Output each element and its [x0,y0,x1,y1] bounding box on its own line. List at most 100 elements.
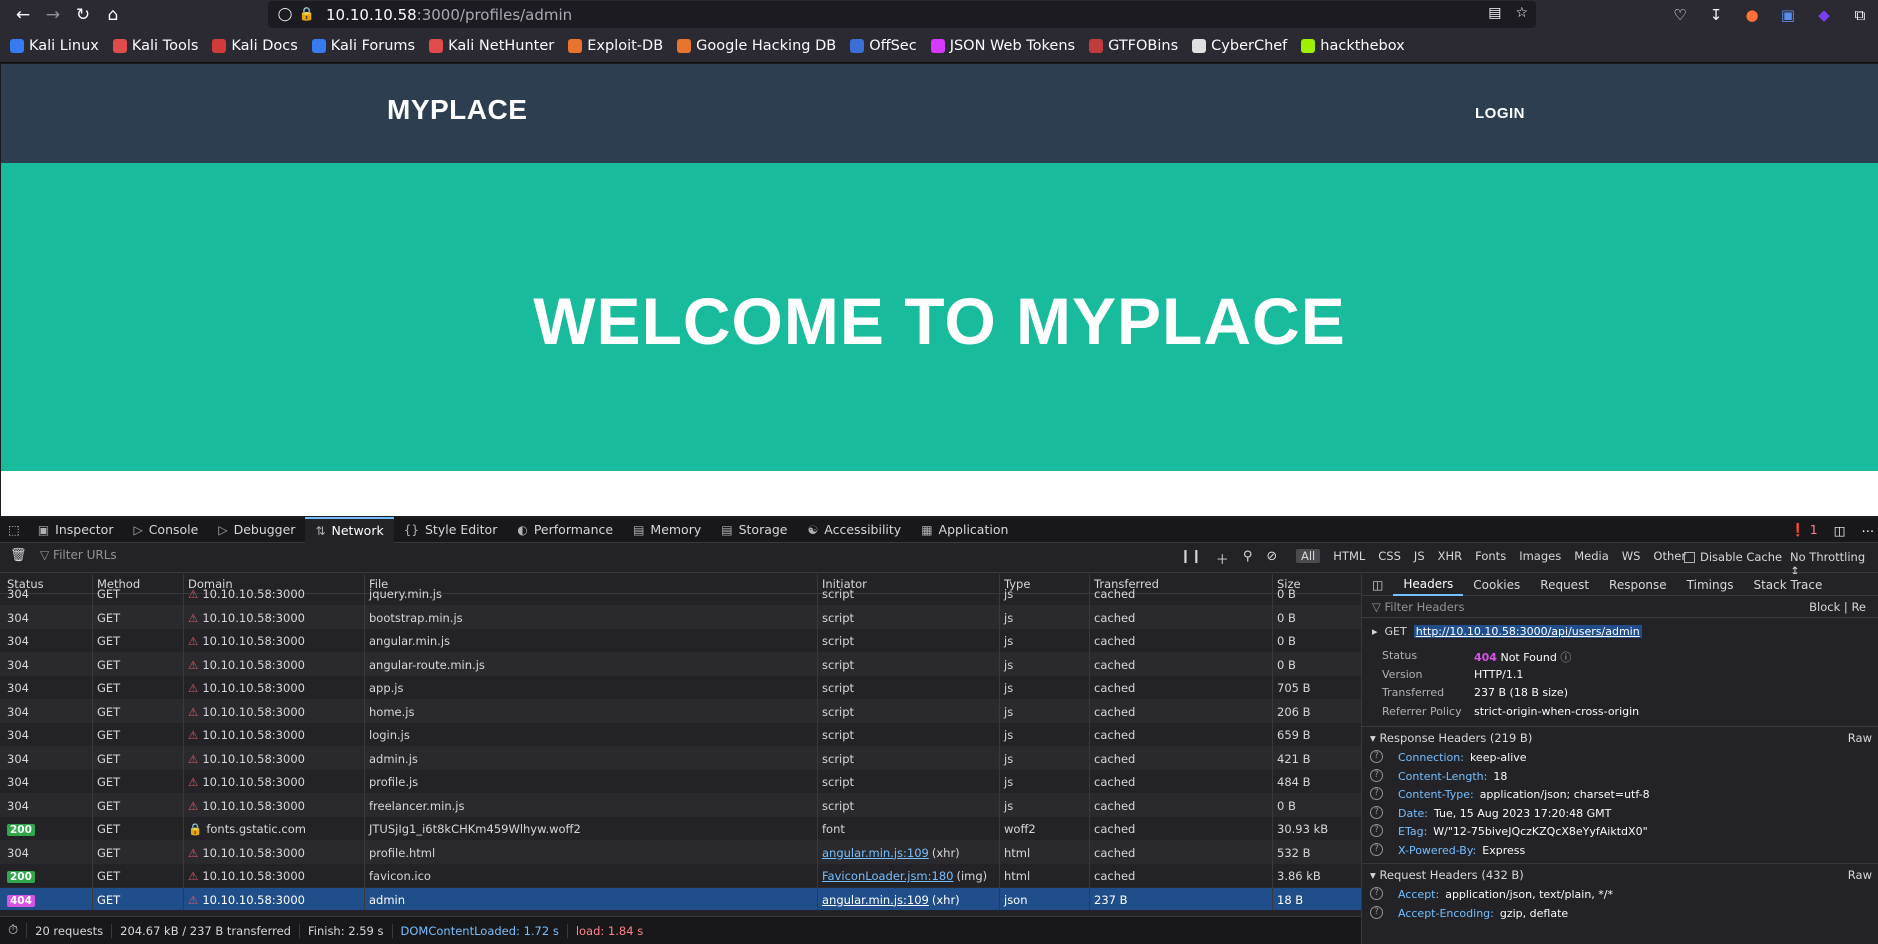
table-row[interactable]: 304 GET ⚠ 10.10.10.58:3000 profile.html angul… [0,840,1361,864]
filter-css[interactable]: CSS [1378,549,1401,563]
header-row[interactable]: ? X-Powered-By: Express [1362,841,1878,860]
downloads-icon[interactable]: ↧ [1698,6,1734,24]
block-icon[interactable]: ⊘ [1266,549,1277,568]
request-headers-section[interactable]: ▾ Request Headers (432 B) Raw [1362,863,1878,885]
toggle-sidebar-icon[interactable]: ◫ [1362,574,1393,596]
tab-network[interactable]: ⇅ Network [305,516,394,543]
table-row[interactable]: 200 GET ⚠ 10.10.10.58:3000 favicon.ico Favico… [0,864,1361,888]
bookmark-item[interactable]: Kali Docs [212,38,298,54]
bookmark-item[interactable]: Kali Tools [112,38,198,54]
header-row[interactable]: ? Accept: application/json, text/plain, */… [1362,885,1878,904]
header-row[interactable]: ? Date: Tue, 15 Aug 2023 17:20:48 GMT [1362,804,1878,823]
more-options-icon[interactable]: ⋯ [1862,523,1875,538]
table-row[interactable]: 304 GET ⚠ 10.10.10.58:3000 profile.js script j… [0,770,1361,794]
filter-xhr[interactable]: XHR [1438,549,1463,563]
panel-tab-timings[interactable]: Timings [1677,574,1744,596]
tab-memory[interactable]: ▤ Memory [623,517,711,543]
help-icon[interactable]: ? [1370,905,1383,919]
tab-application[interactable]: ▦ Application [911,517,1018,543]
header-row[interactable]: ? Accept-Encoding: gzip, deflate [1362,904,1878,923]
header-row[interactable]: ? Connection: keep-alive [1362,748,1878,767]
timer-icon[interactable]: ⏱ [0,923,28,938]
header-row[interactable]: ? ETag: W/"12-75biveJQczKZQcX8eYyfAiktdX0" [1362,822,1878,841]
reload-icon[interactable]: ↻ [68,0,98,29]
bookmark-item[interactable]: Exploit-DB [568,38,663,54]
filter-html[interactable]: HTML [1333,549,1365,563]
table-row[interactable]: 304 GET ⚠ 10.10.10.58:3000 admin.js script js c… [0,746,1361,770]
panel-tab-request[interactable]: Request [1530,574,1599,596]
bookmark-item[interactable]: JSON Web Tokens [930,38,1075,54]
panel-tab-cookies[interactable]: Cookies [1463,574,1530,596]
help-icon[interactable]: ? [1370,824,1383,837]
filter-ws[interactable]: WS [1622,549,1641,563]
filter-media[interactable]: Media [1574,549,1609,563]
login-link[interactable]: LOGIN [1475,105,1525,122]
bookmark-item[interactable]: Kali Forums [311,38,415,54]
table-row[interactable]: 304 GET ⚠ 10.10.10.58:3000 jquery.min.js scri… [0,582,1361,606]
header-row[interactable]: ? Content-Length: 18 [1362,767,1878,786]
back-arrow-icon[interactable]: ← [8,0,38,29]
tab-accessibility[interactable]: ☯ Accessibility [798,517,912,543]
filter-fonts[interactable]: Fonts [1475,549,1506,563]
help-icon[interactable]: ? [1370,750,1383,763]
extensions-puzzle-icon[interactable]: ⧉ [1842,6,1878,24]
filter-all[interactable]: All [1296,549,1321,563]
tab-console[interactable]: ▷ Console [123,517,208,543]
help-icon[interactable]: ? [1370,805,1383,819]
extension-translate-icon[interactable]: ▣ [1770,6,1806,24]
help-icon[interactable]: ? [1370,787,1383,800]
initiator-text[interactable]: angular.min.js:109 [822,893,929,907]
table-row[interactable]: 304 GET ⚠ 10.10.10.58:3000 bootstrap.min.js s… [0,605,1361,629]
response-headers-section[interactable]: ▾ Response Headers (219 B) Raw [1362,726,1878,748]
bookmark-item[interactable]: Google Hacking DB [677,38,836,54]
url-text[interactable]: 10.10.10.58:3000/profiles/admin [326,6,572,24]
panel-tab-response[interactable]: Response [1599,574,1677,596]
filter-headers-input[interactable]: ▽ Filter Headers Block | Re [1362,596,1878,618]
help-icon[interactable]: ⓘ [1560,651,1571,664]
checkbox-box[interactable] [1684,551,1695,563]
error-count[interactable]: ❗ 1 [1790,522,1818,538]
initiator-text[interactable]: angular.min.js:109 [822,846,929,860]
request-url-line[interactable]: ▸ GET http://10.10.10.58:3000/api/users/… [1362,625,1878,638]
extension-cube-icon[interactable]: ◆ [1806,6,1842,24]
table-row[interactable]: 200 GET 🔒 fonts.gstatic.com JTUSjIg1_i6t8kCH… [0,817,1361,841]
table-row[interactable]: 304 GET ⚠ 10.10.10.58:3000 app.js script js cac… [0,676,1361,700]
pocket-icon[interactable]: ♡ [1662,6,1698,24]
help-icon[interactable]: ? [1370,842,1383,856]
trash-icon[interactable]: 🗑 [10,548,27,563]
pause-icon[interactable]: ❙❙ [1180,549,1202,568]
disable-cache-checkbox[interactable]: Disable Cache [1684,550,1782,564]
site-brand[interactable]: MYPLACE [387,94,527,126]
tab-inspector[interactable]: ▣ Inspector [28,517,124,543]
add-icon[interactable]: ＋ [1216,549,1229,568]
tab-storage[interactable]: ▤ Storage [711,517,797,543]
table-row[interactable]: 304 GET ⚠ 10.10.10.58:3000 angular-route.min… [0,652,1361,676]
request-url[interactable]: http://10.10.10.58:3000/api/users/admin [1413,625,1642,638]
tab-style-editor[interactable]: {} Style Editor [394,517,508,543]
element-picker-icon[interactable]: ⬚ [0,517,28,543]
table-row[interactable]: 404 GET ⚠ 10.10.10.58:3000 admin angular.min.… [0,887,1361,910]
bookmark-item[interactable]: GTFOBins [1089,38,1178,54]
filter-images[interactable]: Images [1519,549,1561,563]
extension-fox-icon[interactable]: ● [1734,6,1770,24]
bookmark-item[interactable]: OffSec [850,38,917,54]
tab-debugger[interactable]: ▷ Debugger [208,517,305,543]
table-row[interactable]: 304 GET ⚠ 10.10.10.58:3000 login.js script js c… [0,723,1361,747]
bookmark-item[interactable]: CyberChef [1192,38,1287,54]
tab-performance[interactable]: ◐ Performance [507,517,623,543]
home-icon[interactable]: ⌂ [98,0,128,29]
filter-urls-input[interactable]: ▽ Filter URLs [40,548,117,562]
table-row[interactable]: 304 GET ⚠ 10.10.10.58:3000 angular.min.js scr… [0,629,1361,653]
lock-icon[interactable]: 🔒 [296,7,318,22]
search-icon[interactable]: ⚲ [1243,549,1253,568]
translate-icon[interactable]: ▤ [1488,5,1501,21]
panel-tab-headers[interactable]: Headers [1393,574,1464,596]
url-bar[interactable]: ◯ 🔒 10.10.10.58:3000/profiles/admin ▤ ☆ [268,1,1536,28]
shield-icon[interactable]: ◯ [274,7,296,22]
header-row[interactable]: ? Content-Type: application/json; charset=… [1362,785,1878,804]
filter-js[interactable]: JS [1414,549,1425,563]
raw-toggle[interactable]: Raw [1848,731,1872,745]
block-button[interactable]: Block | Re [1809,600,1866,614]
bookmark-star-icon[interactable]: ☆ [1515,5,1528,21]
help-icon[interactable]: ? [1370,768,1383,782]
